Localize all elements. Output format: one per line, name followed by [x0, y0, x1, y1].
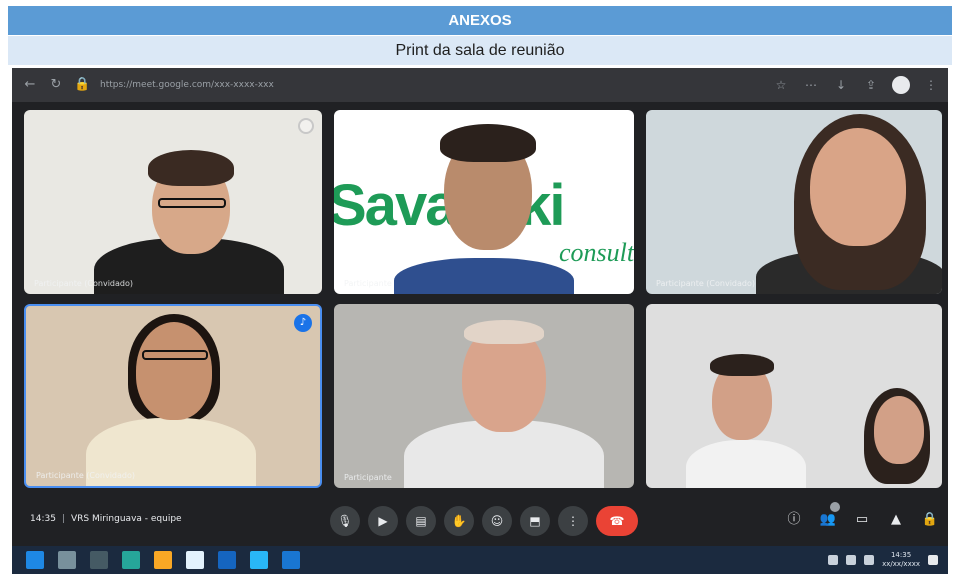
reload-icon[interactable]: ↻ [48, 77, 64, 93]
browser-app-icon[interactable] [122, 551, 140, 569]
task-view-icon[interactable] [90, 551, 108, 569]
star-icon[interactable]: ☆ [772, 76, 790, 94]
participant-name: Participante (Convidado) [34, 279, 133, 288]
participant-hair [710, 354, 774, 376]
meeting-controls-bar: 14:35 | VRS Miringuava - equipe 🎙 ▶ ▤ ✋ ☺ … [12, 500, 948, 542]
folder-icon[interactable] [154, 551, 172, 569]
document-title-bar: ANEXOS [8, 6, 952, 35]
start-icon[interactable] [26, 551, 44, 569]
participant-head [136, 322, 212, 420]
participant-head [810, 128, 906, 246]
end-call-icon[interactable]: ☎ [596, 506, 638, 536]
meeting-separator: | [61, 514, 65, 524]
participant-hair [464, 320, 544, 344]
host-controls-icon[interactable]: 🔒 [920, 508, 940, 532]
call-controls: 🎙 ▶ ▤ ✋ ☺ ⬒ ⋮ ☎ [330, 506, 638, 536]
system-tray: 14:35 xx/xx/xxxx [828, 551, 938, 569]
tray-time: 14:35 [890, 551, 912, 559]
more-icon[interactable]: ⋮ [558, 506, 588, 536]
address-bar[interactable]: https://meet.google.com/xxx-xxxx-xxx [100, 80, 274, 90]
tray-date: xx/xx/xxxx [882, 560, 920, 568]
speaking-indicator-icon: ♪ [294, 314, 312, 332]
network-icon[interactable] [828, 555, 839, 565]
glasses [158, 198, 226, 208]
download-icon[interactable]: ↓ [832, 76, 850, 94]
lock-icon: 🔒 [74, 77, 91, 92]
participant-tile[interactable]: Participante [334, 304, 634, 488]
activities-icon[interactable]: ▲ [886, 508, 906, 532]
tile-options-icon[interactable] [298, 118, 314, 134]
participant-body [686, 440, 806, 488]
present-icon[interactable]: ⬒ [520, 506, 550, 536]
browser-toolbar: ← ↻ 🔒 https://meet.google.com/xxx-xxxx-x… [12, 68, 948, 102]
participant-tile[interactable] [646, 304, 942, 488]
share-icon[interactable]: ⇪ [862, 76, 880, 94]
participant-tile[interactable]: Participante (Convidado) [646, 110, 942, 294]
captions-icon[interactable]: ▤ [406, 506, 436, 536]
profile-icon[interactable] [892, 76, 910, 94]
battery-icon[interactable] [864, 555, 875, 565]
raise-hand-icon[interactable]: ✋ [444, 506, 474, 536]
participant-tile-active-speaker[interactable]: ♪ Participante (Convidado) [24, 304, 322, 488]
windows-taskbar: 14:35 xx/xx/xxxx [12, 546, 948, 574]
participant-name: Participante [344, 473, 392, 482]
browser-actions: ☆ ⋯ ↓ ⇪ ⋮ [772, 76, 940, 94]
participant-body [394, 258, 574, 294]
extensions-icon[interactable]: ⋯ [802, 76, 820, 94]
people-count-badge [830, 502, 840, 512]
participant-name: Participante [344, 279, 392, 288]
meeting-info: 14:35 | VRS Miringuava - equipe [30, 514, 182, 524]
menu-icon[interactable]: ⋮ [922, 76, 940, 94]
document-subtitle-bar: Print da sala de reunião [8, 36, 952, 65]
participant-tile[interactable]: Savanski consult Participante [334, 110, 634, 294]
participant-hair [148, 150, 234, 186]
app-icon[interactable] [186, 551, 204, 569]
mail-icon[interactable] [282, 551, 300, 569]
store-icon[interactable] [218, 551, 236, 569]
brand-logo-subtext: consult [559, 238, 634, 267]
glasses [142, 350, 208, 360]
emoji-icon[interactable]: ☺ [482, 506, 512, 536]
participant-name: Participante (Convidado) [36, 471, 135, 480]
notifications-icon[interactable] [928, 555, 938, 565]
volume-icon[interactable] [846, 555, 857, 565]
side-panel-controls: ⓘ 👥 ▭ ▲ 🔒 [784, 502, 940, 532]
participant-name: Participante (Convidado) [656, 279, 755, 288]
back-icon[interactable]: ← [22, 77, 38, 93]
document-subtitle: Print da sala de reunião [395, 42, 565, 59]
participant-hair [440, 124, 536, 162]
app-icon[interactable] [250, 551, 268, 569]
second-participant-head [874, 396, 924, 464]
document-title: ANEXOS [448, 12, 512, 29]
camera-icon[interactable]: ▶ [368, 506, 398, 536]
meeting-title: VRS Miringuava - equipe [70, 514, 182, 524]
search-icon[interactable] [58, 551, 76, 569]
chat-icon[interactable]: ▭ [852, 508, 872, 532]
participant-tile[interactable]: Participante (Convidado) [24, 110, 322, 294]
meet-screenshot: ← ↻ 🔒 https://meet.google.com/xxx-xxxx-x… [12, 68, 948, 574]
tray-clock[interactable]: 14:35 xx/xx/xxxx [882, 551, 920, 569]
people-icon[interactable]: 👥 [818, 502, 840, 532]
mic-icon[interactable]: 🎙 [330, 506, 360, 536]
meeting-time: 14:35 [30, 514, 56, 524]
info-icon[interactable]: ⓘ [784, 508, 804, 532]
